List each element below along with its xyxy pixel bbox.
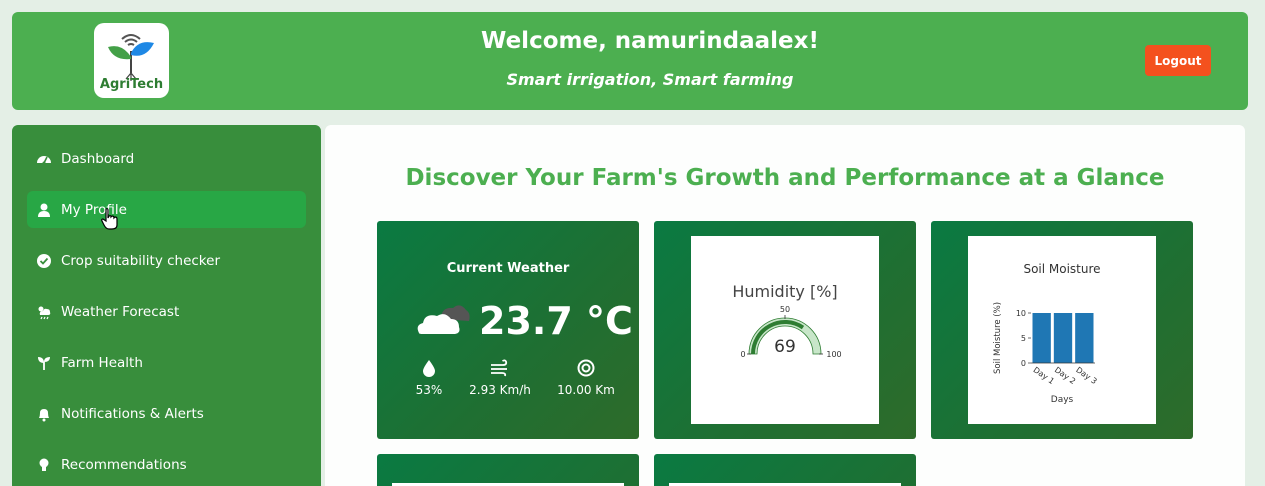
wind-stat: 2.93 Km/h xyxy=(465,359,535,397)
main-content: Discover Your Farm's Growth and Performa… xyxy=(325,125,1245,486)
logout-button[interactable]: Logout xyxy=(1145,45,1211,76)
sidebar-item-farm-health[interactable]: Farm Health xyxy=(27,344,306,381)
water-drop-icon xyxy=(423,360,435,377)
lightbulb-icon xyxy=(27,457,61,473)
wind-icon xyxy=(491,359,508,377)
gauge-value: 69 xyxy=(774,337,796,357)
page-title: Discover Your Farm's Growth and Performa… xyxy=(405,165,1165,191)
check-circle-icon xyxy=(27,253,61,269)
sidebar-item-label: Notifications & Alerts xyxy=(61,405,204,422)
gauge-max-label: 100 xyxy=(826,350,841,359)
sidebar-item-weather-forecast[interactable]: Weather Forecast xyxy=(27,293,306,330)
x-tick-label: Day 2 xyxy=(1053,365,1077,386)
bar-3 xyxy=(1075,313,1094,363)
humidity-value: 53% xyxy=(415,383,443,397)
welcome-heading: Welcome, namurindaalex! xyxy=(481,28,819,54)
visibility-value: 10.00 Km xyxy=(557,383,615,397)
sidebar-item-label: Farm Health xyxy=(61,354,143,371)
seedling-icon xyxy=(27,355,61,371)
sidebar-item-recommendations[interactable]: Recommendations xyxy=(27,446,306,483)
x-tick-label: Day 1 xyxy=(1032,365,1056,386)
hand-cursor-icon xyxy=(101,208,118,230)
sidebar-item-label: Weather Forecast xyxy=(61,303,180,320)
cloud-sun-rain-icon xyxy=(27,304,61,320)
humidity-gauge-plot: Humidity [%] 69 0 50 100 xyxy=(691,236,879,424)
temperature-value: 23.7 °C xyxy=(479,299,633,343)
x-axis-label: Days xyxy=(1051,395,1074,405)
sidebar-item-label: Recommendations xyxy=(61,456,187,473)
visibility-stat: 10.00 Km xyxy=(553,359,619,397)
sidebar-item-crop-suitability[interactable]: Crop suitability checker xyxy=(27,242,306,279)
x-tick-label: Day 3 xyxy=(1074,365,1098,386)
humidity-card: Humidity [%] 69 0 50 100 xyxy=(654,221,916,439)
user-icon xyxy=(27,202,61,218)
gauge-title: Humidity [%] xyxy=(732,282,837,301)
sidebar-item-my-profile[interactable]: My Profile xyxy=(27,191,306,228)
y-tick-label: 0 xyxy=(1021,359,1026,368)
cloudy-icon xyxy=(417,305,470,334)
target-icon xyxy=(577,359,595,377)
y-tick-label: 5 xyxy=(1021,334,1026,343)
weather-card-title: Current Weather xyxy=(446,261,570,276)
card-partial-1 xyxy=(377,454,639,486)
y-axis-label: Soil Moisture (%) xyxy=(993,302,1003,374)
header-bar: AgriTech Welcome, namurindaalex! Smart i… xyxy=(12,12,1248,110)
sidebar-item-notifications[interactable]: Notifications & Alerts xyxy=(27,395,306,432)
sidebar-item-label: Dashboard xyxy=(61,150,135,167)
y-tick-label: 10 xyxy=(1016,309,1026,318)
tagline: Smart irrigation, Smart farming xyxy=(506,70,794,89)
sidebar: Dashboard My Profile Crop suitability ch… xyxy=(12,125,321,486)
gauge-min-label: 0 xyxy=(740,350,745,359)
humidity-stat: 53% xyxy=(409,359,449,397)
current-weather-card: Current Weather 23.7 °C 53% 2.93 Km/h 10… xyxy=(377,221,639,439)
gauge-icon xyxy=(27,151,61,167)
card-partial-2 xyxy=(654,454,916,486)
bell-icon xyxy=(27,406,61,422)
gauge-mid-label: 50 xyxy=(780,305,790,314)
soil-moisture-chart: Soil Moisture Soil Moisture (%) Days 0 5 1… xyxy=(968,236,1156,424)
sidebar-item-dashboard[interactable]: Dashboard xyxy=(27,140,306,177)
bar-2 xyxy=(1053,313,1073,363)
sidebar-item-label: Crop suitability checker xyxy=(61,252,221,269)
bar-1 xyxy=(1032,313,1051,363)
wind-speed-value: 2.93 Km/h xyxy=(469,383,531,397)
soil-moisture-card: Soil Moisture Soil Moisture (%) Days 0 5 1… xyxy=(931,221,1193,439)
chart-title: Soil Moisture xyxy=(1023,262,1100,276)
